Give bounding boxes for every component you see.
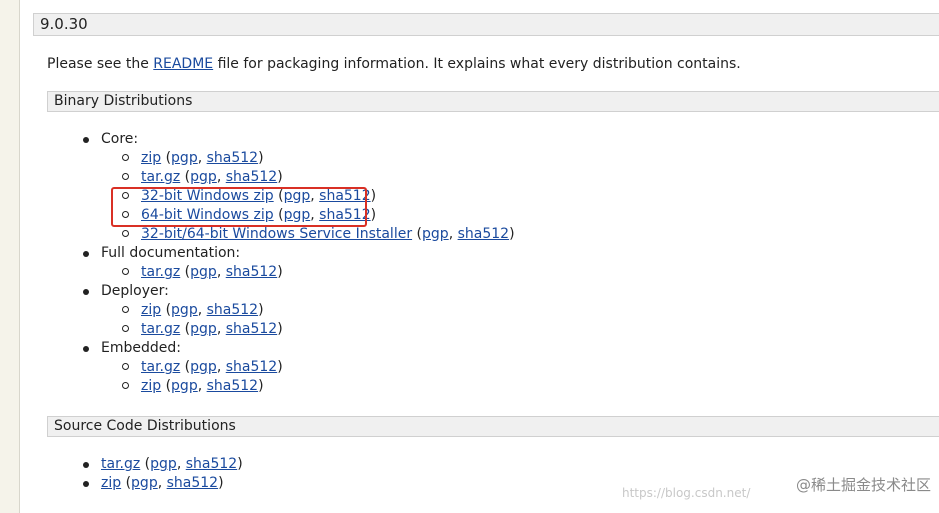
download-link[interactable]: tar.gz — [101, 456, 140, 472]
intro-after: file for packaging information. It expla… — [213, 56, 741, 72]
pgp-link[interactable]: pgp — [171, 378, 198, 394]
version-header: 9.0.30 — [33, 13, 939, 36]
pgp-link[interactable]: pgp — [190, 169, 217, 185]
list-item: 32-bit/64-bit Windows Service Installer … — [120, 225, 515, 244]
watermark-url: https://blog.csdn.net/ — [622, 486, 751, 500]
list-item: tar.gz (pgp, sha512) — [120, 320, 515, 339]
download-link[interactable]: tar.gz — [141, 264, 180, 280]
source-distributions-list: tar.gz (pgp, sha512) zip (pgp, sha512) — [80, 455, 243, 493]
pgp-link[interactable]: pgp — [150, 456, 177, 472]
sha512-link[interactable]: sha512 — [207, 378, 258, 394]
binary-distributions-header: Binary Distributions — [47, 91, 939, 112]
list-item: tar.gz (pgp, sha512) — [80, 455, 243, 474]
group-label: Core: — [101, 131, 139, 147]
list-item: tar.gz (pgp, sha512) — [120, 263, 515, 282]
download-link[interactable]: zip — [141, 378, 161, 394]
sha512-link[interactable]: sha512 — [226, 321, 277, 337]
group-deployer: Deployer: zip (pgp, sha512) tar.gz (pgp,… — [80, 282, 515, 339]
sha512-link[interactable]: sha512 — [226, 359, 277, 375]
watermark-text: @稀土掘金技术社区 — [795, 476, 931, 494]
sha512-link[interactable]: sha512 — [167, 475, 218, 491]
readme-link[interactable]: README — [153, 56, 213, 72]
intro-before: Please see the — [47, 56, 154, 72]
group-embedded: Embedded: tar.gz (pgp, sha512) zip (pgp,… — [80, 339, 515, 396]
group-label: Deployer: — [101, 283, 169, 299]
sha512-link[interactable]: sha512 — [207, 150, 258, 166]
download-link[interactable]: zip — [101, 475, 121, 491]
pgp-link[interactable]: pgp — [190, 264, 217, 280]
list-item: zip (pgp, sha512) — [120, 301, 515, 320]
list-item: zip (pgp, sha512) — [120, 149, 515, 168]
download-link-windows-service-installer[interactable]: 32-bit/64-bit Windows Service Installer — [141, 226, 412, 242]
download-link[interactable]: tar.gz — [141, 359, 180, 375]
pgp-link[interactable]: pgp — [131, 475, 158, 491]
download-link[interactable]: tar.gz — [141, 321, 180, 337]
source-code-distributions-header: Source Code Distributions — [47, 416, 939, 437]
list-item: tar.gz (pgp, sha512) — [120, 358, 515, 377]
download-link[interactable]: zip — [141, 302, 161, 318]
sha512-link[interactable]: sha512 — [458, 226, 509, 242]
pgp-link[interactable]: pgp — [422, 226, 449, 242]
highlight-box-windows-zip — [111, 187, 367, 227]
list-item: zip (pgp, sha512) — [80, 474, 243, 493]
pgp-link[interactable]: pgp — [171, 302, 198, 318]
sha512-link[interactable]: sha512 — [186, 456, 237, 472]
left-gutter — [0, 0, 20, 513]
pgp-link[interactable]: pgp — [190, 359, 217, 375]
intro-text: Please see the README file for packaging… — [47, 54, 741, 74]
group-label: Full documentation: — [101, 245, 241, 261]
group-label: Embedded: — [101, 340, 181, 356]
sha512-link[interactable]: sha512 — [207, 302, 258, 318]
list-item: tar.gz (pgp, sha512) — [120, 168, 515, 187]
pgp-link[interactable]: pgp — [171, 150, 198, 166]
list-item: zip (pgp, sha512) — [120, 377, 515, 396]
sha512-link[interactable]: sha512 — [226, 264, 277, 280]
group-full-documentation: Full documentation: tar.gz (pgp, sha512) — [80, 244, 515, 282]
download-link[interactable]: zip — [141, 150, 161, 166]
sha512-link[interactable]: sha512 — [226, 169, 277, 185]
binary-distributions-list: Core: zip (pgp, sha512) tar.gz (pgp, sha… — [80, 130, 515, 396]
download-link[interactable]: tar.gz — [141, 169, 180, 185]
pgp-link[interactable]: pgp — [190, 321, 217, 337]
